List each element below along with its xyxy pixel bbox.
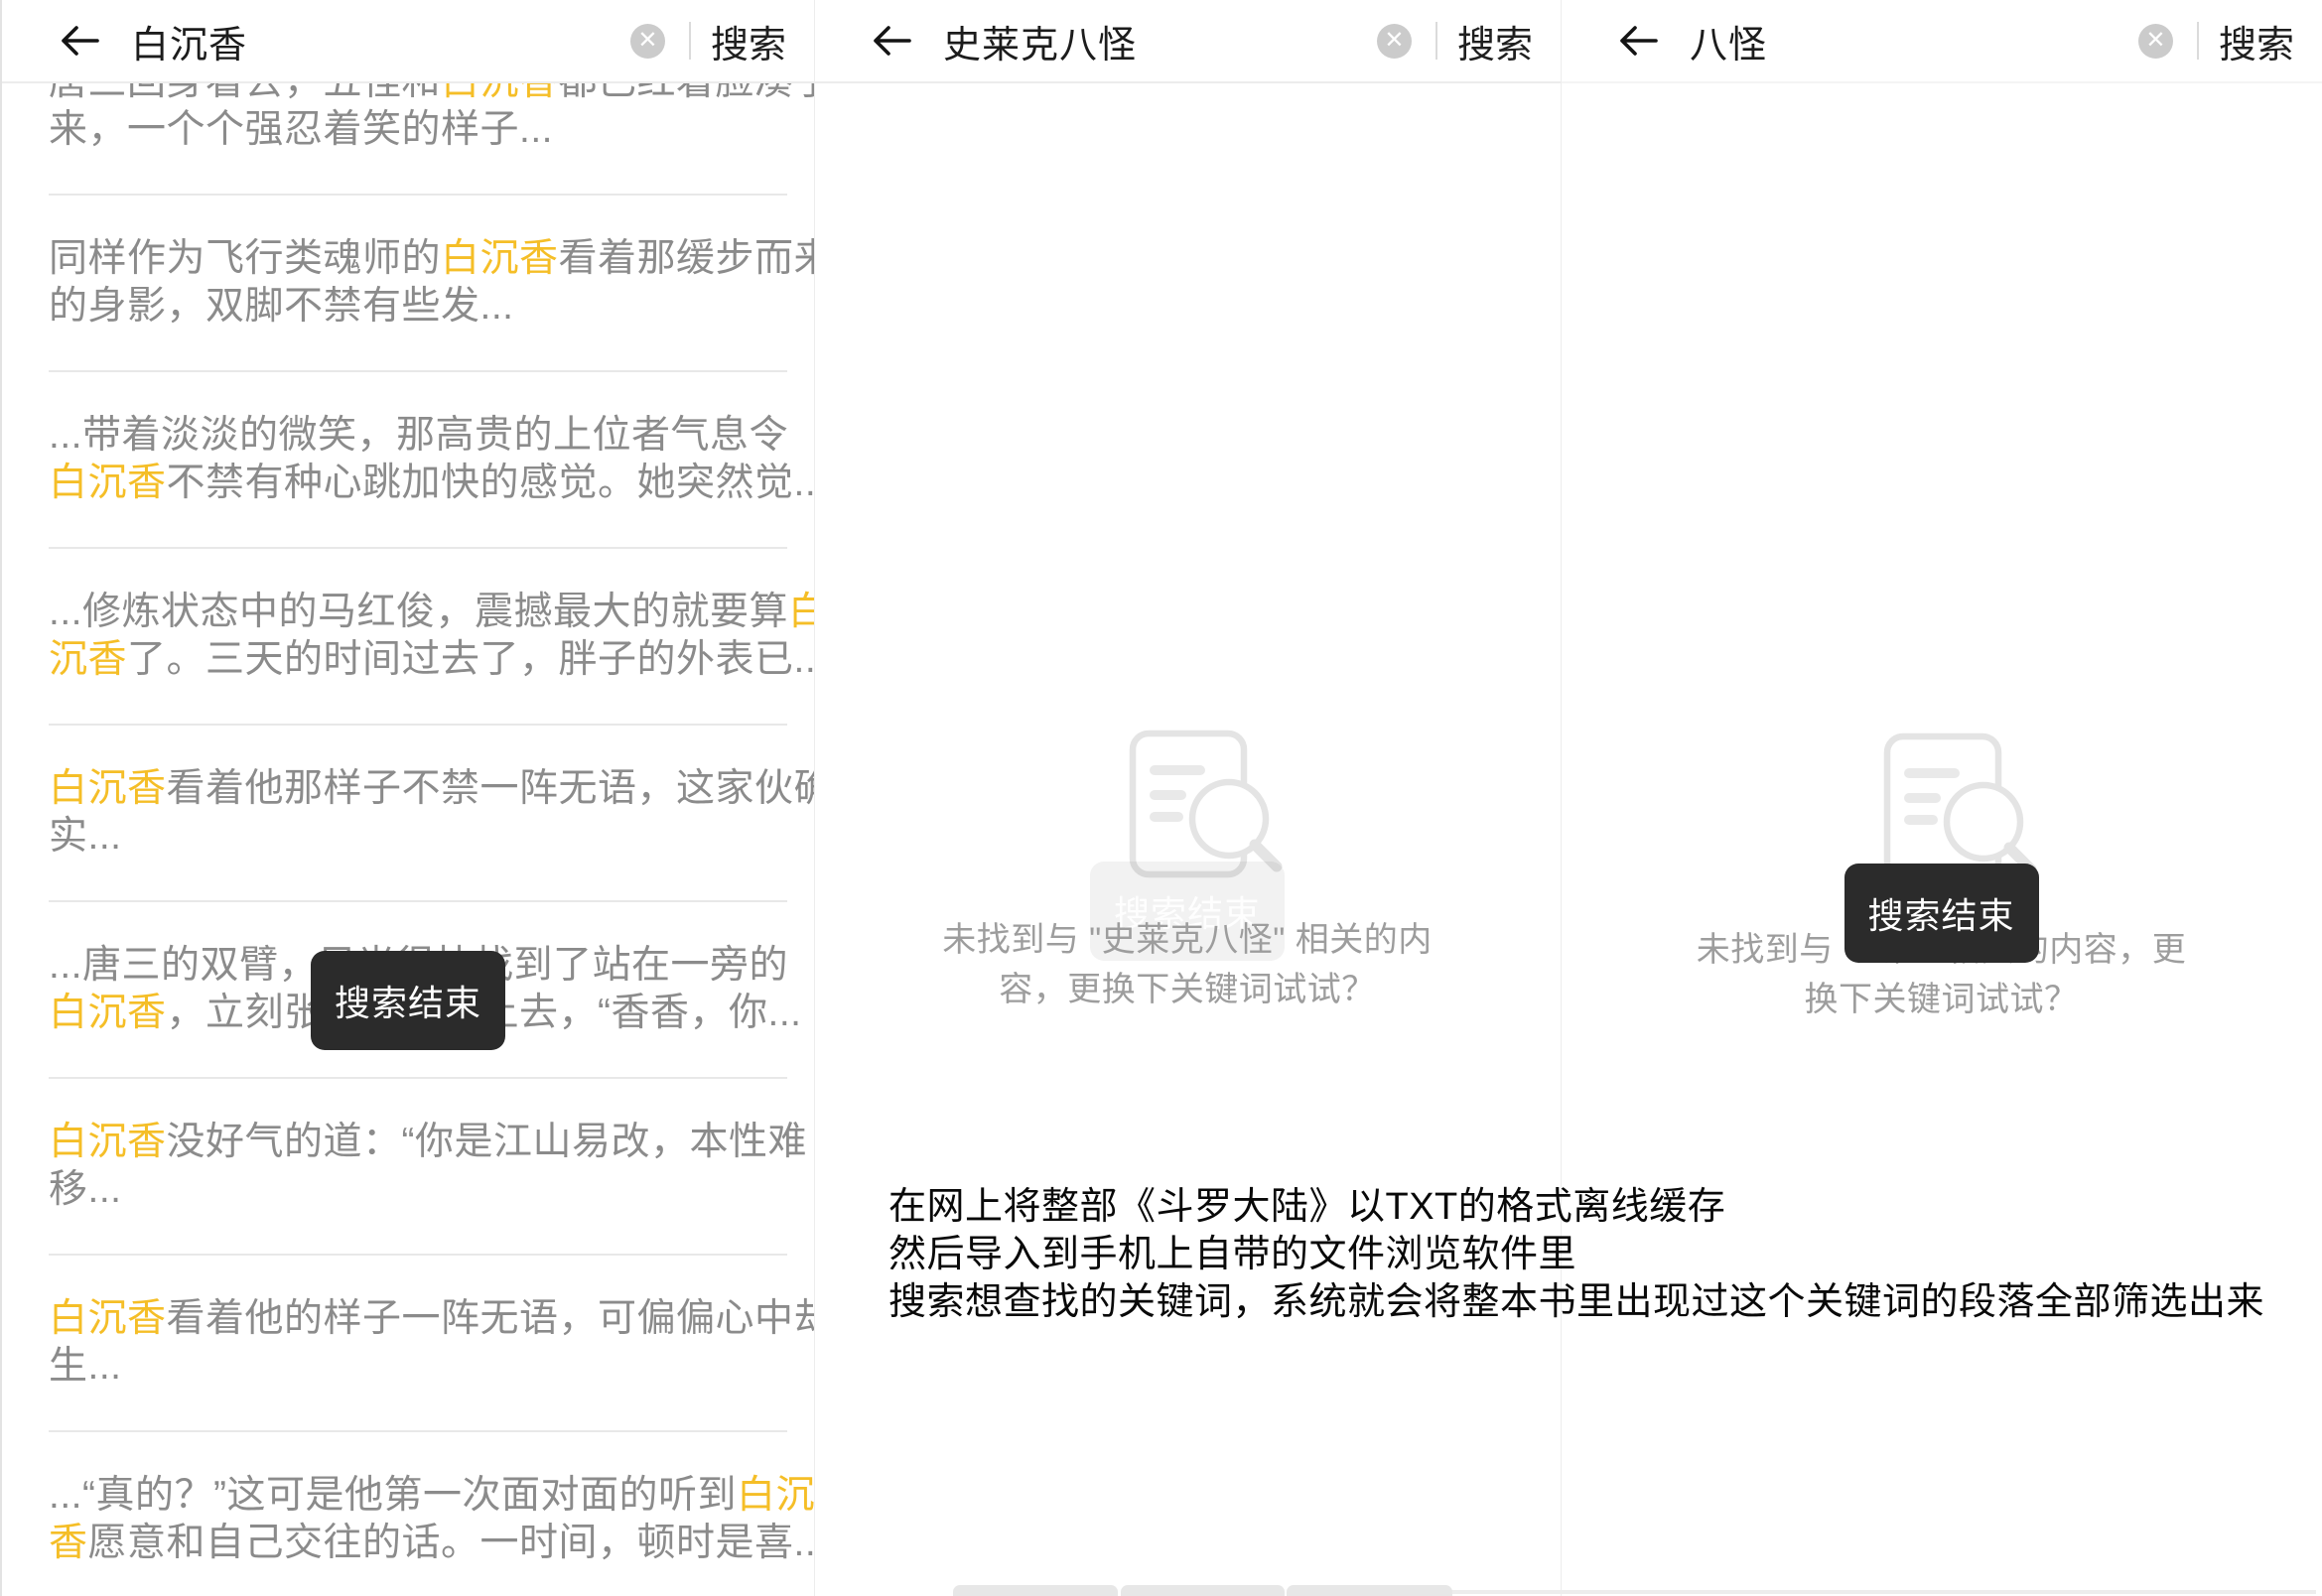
caption-line3: 搜索想查找的关键词，系统就会将整本书里出现过这个关键词的段落全部筛选出来	[888, 1278, 2264, 1326]
result-text: 移...	[49, 1168, 122, 1211]
result-text: ...“真的？”这可是他第一次面对面的听到	[49, 1474, 737, 1517]
search-button[interactable]: 搜索	[1457, 14, 1533, 68]
search-query-text: 白沉香	[131, 14, 247, 68]
result-text: 生...	[49, 1345, 122, 1388]
result-line: 白沉香没好气的道：“你是江山易改，本性难	[49, 1119, 794, 1166]
result-line: 唐三回身看去，五怪和白沉香都已红着脸凑了过	[49, 83, 794, 106]
keyword-highlight: 白沉香	[49, 1297, 167, 1340]
result-line: ...“真的？”这可是他第一次面对面的听到白沉	[49, 1472, 794, 1520]
keyword-highlight: 香	[49, 1522, 88, 1564]
search-button[interactable]: 搜索	[2219, 14, 2294, 68]
search-result-row[interactable]: 白沉香看着他的样子一阵无语，可偏偏心中却生...	[2, 1256, 814, 1430]
keyword-highlight: 白沉香	[49, 1121, 167, 1163]
clear-search-icon[interactable]: ✕	[2138, 24, 2173, 59]
panel-seam	[1561, 0, 1562, 1596]
search-header: 史莱克八怪 ✕ 搜索	[814, 0, 1561, 83]
no-result-message: 未找到与 "史莱克八怪" 相关的内 容，更换下关键词试试？	[814, 915, 1561, 1014]
header-divider	[2197, 22, 2199, 60]
no-result-line2: 容，更换下关键词试试？	[814, 965, 1561, 1014]
no-result-line1: 未找到与 "史莱克八怪" 相关的内	[814, 915, 1561, 965]
keyword-highlight: 白沉香	[49, 462, 167, 504]
search-panel-baguai: 八怪 ✕ 搜索 未找到与 "八怪" 相关的内容，更 换下关键词试试？ 搜索结束	[1561, 0, 2322, 1596]
search-header: 八怪 ✕ 搜索	[1561, 0, 2322, 83]
back-arrow-icon[interactable]	[1616, 23, 1660, 59]
search-result-row[interactable]: 唐三回身看去，五怪和白沉香都已红着脸凑了过来，一个个强忍着笑的样子...	[2, 83, 814, 194]
result-line: 来，一个个强忍着笑的样子...	[49, 106, 794, 154]
document-search-icon	[1128, 729, 1283, 879]
result-line: 同样作为飞行类魂师的白沉香看着那缓步而来	[49, 235, 794, 283]
keyword-highlight: 白沉香	[49, 767, 167, 810]
keyword-highlight: 沉香	[49, 638, 127, 681]
keyword-highlight: 白沉	[737, 1474, 814, 1517]
result-text: 来，一个个强忍着笑的样子...	[49, 108, 553, 151]
result-text: ...修炼状态中的马红俊，震撼最大的就要算	[49, 591, 788, 633]
toast-search-finished: 搜索结束	[311, 951, 505, 1050]
search-result-row[interactable]: 同样作为飞行类魂师的白沉香看着那缓步而来的身影，双脚不禁有些发...	[2, 196, 814, 370]
result-line: 白沉香看着他那样子不禁一阵无语，这家伙确	[49, 765, 794, 813]
result-text: 没好气的道：“你是江山易改，本性难	[167, 1121, 808, 1163]
keyword-highlight: 白沉香	[441, 237, 559, 280]
result-line: 白沉香看着他的样子一阵无语，可偏偏心中却	[49, 1295, 794, 1343]
result-text: 实...	[49, 815, 122, 858]
stitched-screenshots: 白沉香 ✕ 搜索 唐三回身看去，五怪和白沉香都已红着脸凑了过来，一个个强忍着笑的…	[0, 0, 2322, 1596]
result-line: 实...	[49, 813, 794, 861]
result-text: 了。三天的时间过去了，胖子的外表已...	[127, 638, 814, 681]
result-line: 香愿意和自己交往的话。一时间，顿时是喜...	[49, 1520, 794, 1567]
result-text: 同样作为飞行类魂师的	[49, 237, 441, 280]
result-line: 的身影，双脚不禁有些发...	[49, 283, 794, 331]
search-input[interactable]: 史莱克八怪 ✕	[943, 14, 1416, 68]
caption-line1: 在网上将整部《斗罗大陆》以TXT的格式离线缓存	[888, 1183, 2264, 1231]
search-query-text: 八怪	[1690, 14, 1767, 68]
search-input[interactable]: 八怪 ✕	[1690, 14, 2177, 68]
no-result-line2: 换下关键词试试？	[1561, 975, 2322, 1024]
cutoff-button	[953, 1585, 1118, 1596]
result-line: 生...	[49, 1343, 794, 1391]
search-result-row[interactable]: ...“真的？”这可是他第一次面对面的听到白沉香愿意和自己交往的话。一时间，顿时…	[2, 1432, 814, 1596]
keyword-highlight: 白沉香	[49, 992, 167, 1034]
clear-search-icon[interactable]: ✕	[630, 24, 665, 59]
result-line: ...带着淡淡的微笑，那高贵的上位者气息令	[49, 412, 794, 460]
search-panel-shilaikebaguai: 史莱克八怪 ✕ 搜索 搜索结束 未找到与 "史莱克八怪" 相关的内 容，更换下关…	[814, 0, 1561, 1596]
result-text: ...带着淡淡的微笑，那高贵的上位者气息令	[49, 414, 788, 457]
search-result-row[interactable]: 白沉香看着他那样子不禁一阵无语，这家伙确实...	[2, 726, 814, 900]
header-divider	[1435, 22, 1437, 60]
result-text: 都已红着脸凑了过	[559, 83, 814, 103]
header-divider	[689, 22, 691, 60]
result-line: 沉香了。三天的时间过去了，胖子的外表已...	[49, 636, 794, 684]
search-query-text: 史莱克八怪	[943, 14, 1137, 68]
cutoff-edge-line	[1444, 1590, 2316, 1594]
result-line: 白沉香不禁有种心跳加快的感觉。她突然觉...	[49, 460, 794, 507]
result-text: 不禁有种心跳加快的感觉。她突然觉...	[167, 462, 814, 504]
cutoff-button	[1121, 1585, 1285, 1596]
result-text: 的身影，双脚不禁有些发...	[49, 285, 514, 328]
result-text: 唐三回身看去，五怪和	[49, 83, 441, 103]
search-result-row[interactable]: 白沉香没好气的道：“你是江山易改，本性难移...	[2, 1079, 814, 1254]
search-input[interactable]: 白沉香 ✕	[131, 14, 669, 68]
panel-seam	[814, 0, 815, 1596]
result-text: 看着他那样子不禁一阵无语，这家伙确	[167, 767, 814, 810]
search-result-row[interactable]: ...修炼状态中的马红俊，震撼最大的就要算白沉香了。三天的时间过去了，胖子的外表…	[2, 549, 814, 724]
keyword-highlight: 白	[788, 591, 814, 633]
result-text: 愿意和自己交往的话。一时间，顿时是喜...	[88, 1522, 814, 1564]
annotation-caption: 在网上将整部《斗罗大陆》以TXT的格式离线缓存 然后导入到手机上自带的文件浏览软…	[888, 1183, 2264, 1326]
document-search-icon	[1882, 732, 2037, 882]
caption-line2: 然后导入到手机上自带的文件浏览软件里	[888, 1231, 2264, 1278]
search-header: 白沉香 ✕ 搜索	[2, 0, 814, 83]
result-text: 看着他的样子一阵无语，可偏偏心中却	[167, 1297, 814, 1340]
clear-search-icon[interactable]: ✕	[1377, 24, 1412, 59]
result-line: ...修炼状态中的马红俊，震撼最大的就要算白	[49, 589, 794, 636]
back-arrow-icon[interactable]	[58, 23, 101, 59]
toast-search-finished: 搜索结束	[1844, 864, 2039, 963]
result-text: 看着那缓步而来	[559, 237, 814, 280]
result-line: 移...	[49, 1166, 794, 1214]
search-button[interactable]: 搜索	[711, 14, 786, 68]
keyword-highlight: 白沉香	[441, 83, 559, 103]
results-list[interactable]: 唐三回身看去，五怪和白沉香都已红着脸凑了过来，一个个强忍着笑的样子...同样作为…	[2, 83, 814, 1596]
back-arrow-icon[interactable]	[870, 23, 913, 59]
search-result-row[interactable]: ...带着淡淡的微笑，那高贵的上位者气息令白沉香不禁有种心跳加快的感觉。她突然觉…	[2, 372, 814, 547]
cutoff-button	[1287, 1585, 1452, 1596]
search-panel-baichenxiang: 白沉香 ✕ 搜索 唐三回身看去，五怪和白沉香都已红着脸凑了过来，一个个强忍着笑的…	[0, 0, 814, 1596]
